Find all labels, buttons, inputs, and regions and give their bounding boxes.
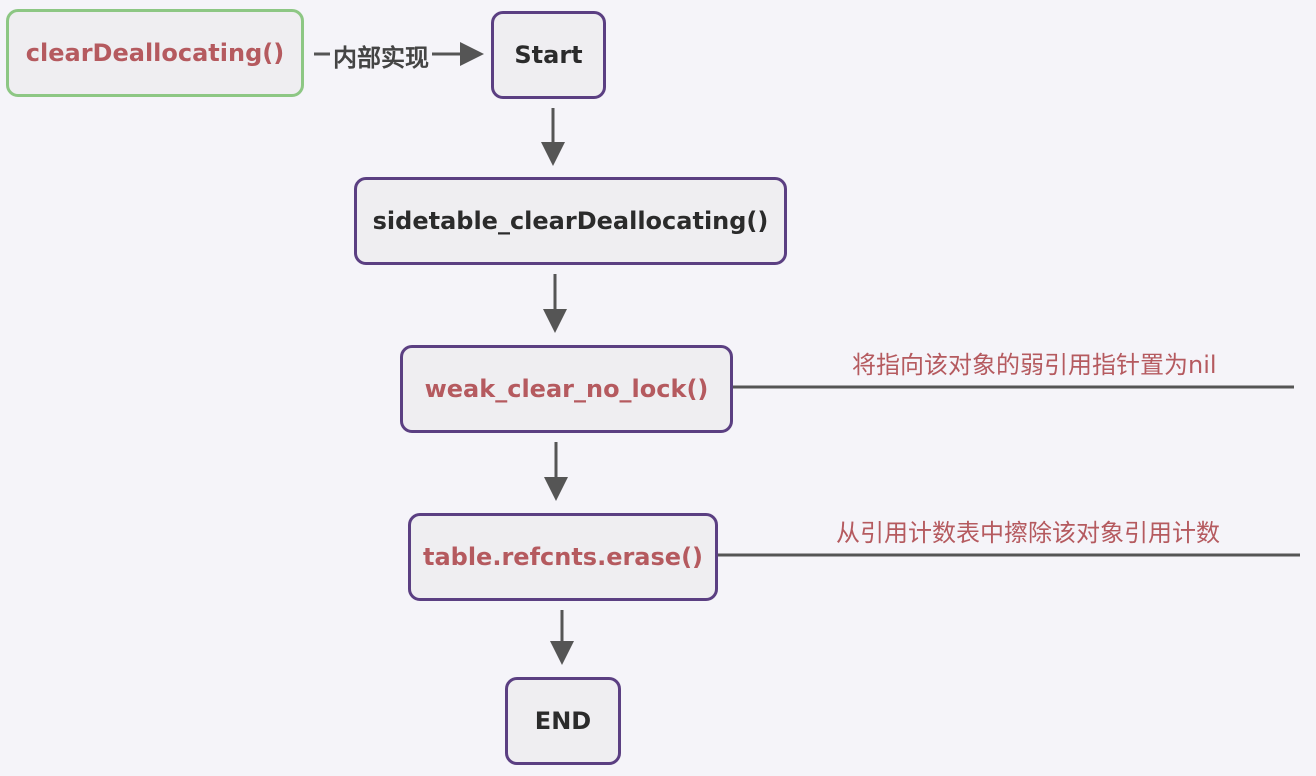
note-weak-clear: 将指向该对象的弱引用指针置为nil <box>852 351 1217 379</box>
node-clear-deallocating[interactable]: clearDeallocating() <box>6 9 304 97</box>
node-start[interactable]: Start <box>491 11 606 99</box>
note-erase: 从引用计数表中擦除该对象引用计数 <box>836 519 1220 547</box>
node-sidetable-clear-deallocating[interactable]: sidetable_clearDeallocating() <box>354 177 787 265</box>
node-end[interactable]: END <box>505 677 621 765</box>
node-weak-clear-no-lock[interactable]: weak_clear_no_lock() <box>400 345 733 433</box>
edge-label-internal-impl: 内部实现 <box>330 38 432 73</box>
node-table-refcnts-erase[interactable]: table.refcnts.erase() <box>408 513 718 601</box>
